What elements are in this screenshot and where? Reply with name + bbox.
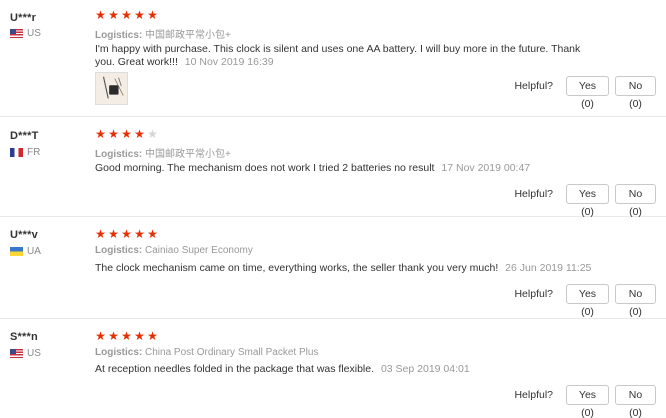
us-flag-icon [10, 29, 23, 38]
logistics-label: Logistics: [95, 149, 143, 160]
logistics-value: 中国邮政平常小包+ [145, 149, 231, 160]
star-icon: ★ [121, 127, 132, 141]
review-item: D***T FR ★ ★ ★ ★ ★ Logistics: 中国邮政平常小包+ Good… [0, 117, 666, 218]
star-icon: ★ [95, 227, 106, 241]
fr-flag-icon [10, 148, 23, 157]
us-flag-icon [10, 349, 23, 358]
helpful-no-button[interactable]: No (0) [615, 184, 656, 218]
star-rating: ★ ★ ★ ★ ★ [95, 8, 160, 22]
review-body: Good morning. The mechanism does not wor… [95, 162, 435, 174]
ua-flag-icon [10, 247, 23, 256]
helpful-no-button[interactable]: No (0) [615, 385, 656, 418]
star-icon: ★ [134, 329, 145, 343]
star-icon: ★ [121, 227, 132, 241]
review-text: The clock mechanism came on time, everyt… [95, 262, 595, 275]
reviewer-name: U***r [10, 12, 37, 24]
clock-mechanism-photo-icon [96, 73, 127, 104]
review-item: U***v UA ★ ★ ★ ★ ★ Logistics: Cainiao Super … [0, 217, 666, 319]
star-icon: ★ [147, 227, 158, 241]
review-date: 03 Sep 2019 04:01 [380, 363, 470, 375]
review-body: At reception needles folded in the packa… [95, 363, 375, 375]
helpful-label: Helpful? [514, 80, 553, 92]
helpful-no-button[interactable]: No (0) [615, 76, 656, 110]
logistics-value: Cainiao Super Economy [145, 245, 253, 256]
helpful-label: Helpful? [514, 188, 553, 200]
logistics-info: Logistics: 中国邮政平常小包+ [95, 26, 231, 41]
helpful-controls: Helpful? Yes (0) No (0) [514, 284, 656, 318]
review-date: 17 Nov 2019 00:47 [441, 162, 531, 174]
review-body: I'm happy with purchase. This clock is s… [95, 43, 581, 68]
logistics-label: Logistics: [95, 30, 143, 41]
star-icon: ★ [121, 329, 132, 343]
logistics-info: Logistics: 中国邮政平常小包+ [95, 145, 231, 160]
review-date: 26 Jun 2019 11:25 [505, 262, 592, 274]
reviewer-country: FR [10, 147, 40, 158]
review-text: At reception needles folded in the packa… [95, 363, 595, 376]
star-icon: ★ [134, 127, 145, 141]
star-icon: ★ [95, 127, 106, 141]
star-icon: ★ [108, 227, 119, 241]
logistics-label: Logistics: [95, 245, 143, 256]
helpful-yes-button[interactable]: Yes (0) [566, 385, 609, 418]
reviewer-country: US [10, 28, 41, 39]
review-item: U***r US ★ ★ ★ ★ ★ Logistics: 中国邮政平常小包+ I'm … [0, 0, 666, 117]
logistics-value: China Post Ordinary Small Packet Plus [145, 347, 319, 358]
helpful-yes-button[interactable]: Yes (0) [566, 284, 609, 318]
helpful-label: Helpful? [514, 288, 553, 300]
review-photo-thumbnail[interactable] [95, 72, 128, 105]
reviewer-name: S***n [10, 331, 38, 343]
star-icon: ★ [134, 227, 145, 241]
logistics-info: Logistics: Cainiao Super Economy [95, 245, 253, 256]
helpful-controls: Helpful? Yes (0) No (0) [514, 385, 656, 418]
star-rating: ★ ★ ★ ★ ★ [95, 227, 160, 241]
logistics-info: Logistics: China Post Ordinary Small Pac… [95, 347, 318, 358]
reviewer-country: UA [10, 246, 41, 257]
helpful-yes-button[interactable]: Yes (0) [566, 76, 609, 110]
review-body: The clock mechanism came on time, everyt… [95, 262, 499, 274]
country-code: FR [27, 147, 41, 158]
star-rating: ★ ★ ★ ★ ★ [95, 127, 160, 141]
helpful-controls: Helpful? Yes (0) No (0) [514, 76, 656, 110]
review-text: Good morning. The mechanism does not wor… [95, 162, 595, 175]
logistics-value: 中国邮政平常小包+ [145, 30, 231, 41]
review-item: S***n US ★ ★ ★ ★ ★ Logistics: China Post Ord… [0, 319, 666, 418]
review-text: I'm happy with purchase. This clock is s… [95, 43, 595, 69]
star-icon: ★ [108, 8, 119, 22]
reviewer-name: D***T [10, 130, 39, 142]
star-icon: ★ [147, 127, 158, 141]
country-code: US [27, 28, 41, 39]
review-date: 10 Nov 2019 16:39 [184, 56, 274, 68]
star-icon: ★ [95, 8, 106, 22]
star-rating: ★ ★ ★ ★ ★ [95, 329, 160, 343]
star-icon: ★ [108, 329, 119, 343]
star-icon: ★ [95, 329, 106, 343]
star-icon: ★ [121, 8, 132, 22]
helpful-yes-button[interactable]: Yes (0) [566, 184, 609, 218]
star-icon: ★ [147, 329, 158, 343]
country-code: US [27, 348, 41, 359]
star-icon: ★ [134, 8, 145, 22]
logistics-label: Logistics: [95, 347, 143, 358]
star-icon: ★ [108, 127, 119, 141]
reviewer-country: US [10, 348, 41, 359]
country-code: UA [27, 246, 41, 257]
helpful-controls: Helpful? Yes (0) No (0) [514, 184, 656, 218]
reviewer-name: U***v [10, 229, 38, 241]
helpful-no-button[interactable]: No (0) [615, 284, 656, 318]
helpful-label: Helpful? [514, 389, 553, 401]
star-icon: ★ [147, 8, 158, 22]
